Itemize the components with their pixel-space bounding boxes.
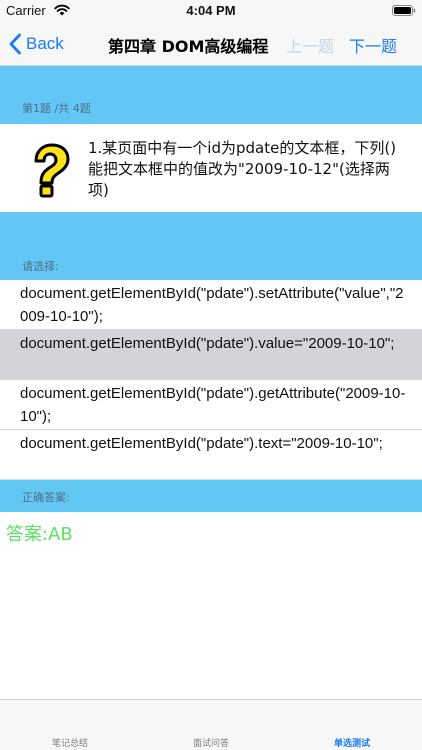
next-question-button[interactable]: 下一题	[349, 33, 397, 57]
answer-header: 正确答案:	[0, 480, 422, 512]
question-progress: 第1题 /共 4题	[22, 102, 91, 115]
options-list: document.getElementById("pdate").setAttr…	[0, 280, 422, 480]
answer-header-label: 正确答案:	[22, 491, 70, 504]
question-progress-header: 第1题 /共 4题	[0, 66, 422, 124]
option-b[interactable]: document.getElementById("pdate").value="…	[0, 330, 422, 380]
navigation-bar: Back 第四章 DOM高级编程 上一题 下一题	[0, 22, 422, 66]
options-header: 请选择:	[0, 212, 422, 280]
status-bar: Carrier 4:04 PM	[0, 0, 422, 22]
question-card: 1.某页面中有一个id为pdate的文本框，下列()能把文本框中的值改为"200…	[0, 124, 422, 212]
tab-single-choice-test[interactable]: 单选测试	[282, 736, 422, 749]
tab-interview-qa[interactable]: 面试问答	[141, 736, 281, 749]
page-title: 第四章 DOM高级编程	[108, 37, 269, 56]
tab-notes-summary[interactable]: 笔记总结	[0, 736, 140, 749]
tab-bar: 笔记总结 面试问答 单选测试	[0, 699, 422, 750]
chevron-left-icon	[9, 33, 21, 55]
battery-icon	[392, 5, 416, 16]
option-d[interactable]: document.getElementById("pdate").text="2…	[0, 430, 422, 480]
back-button[interactable]: Back	[8, 31, 64, 57]
back-label: Back	[26, 34, 64, 53]
option-c[interactable]: document.getElementById("pdate").getAttr…	[0, 380, 422, 430]
correct-answer: 答案:AB	[6, 524, 73, 545]
options-header-label: 请选择:	[22, 260, 59, 273]
question-text: 1.某页面中有一个id为pdate的文本框，下列()能把文本框中的值改为"200…	[88, 139, 397, 199]
option-a[interactable]: document.getElementById("pdate").setAttr…	[0, 280, 422, 330]
previous-question-button[interactable]: 上一题	[286, 33, 334, 57]
status-time: 4:04 PM	[186, 3, 236, 18]
question-mark-icon	[34, 143, 70, 198]
